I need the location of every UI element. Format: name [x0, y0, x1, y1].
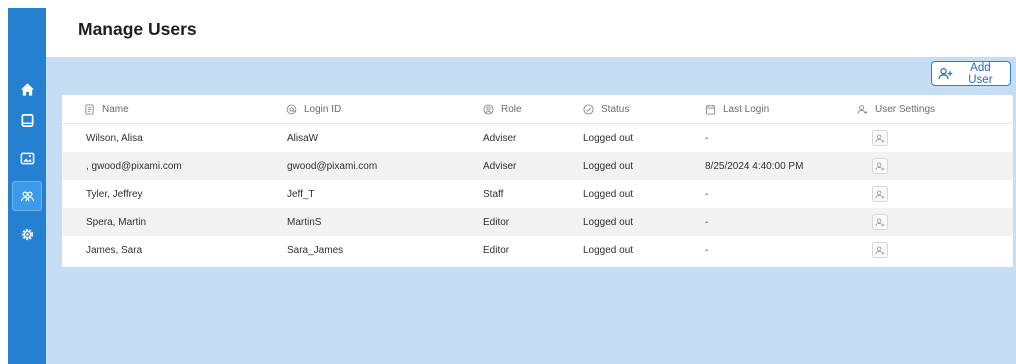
cell-status: Logged out	[583, 216, 634, 228]
user-settings-button[interactable]	[872, 242, 888, 258]
column-header-name[interactable]: Name	[84, 95, 129, 123]
calendar-icon	[705, 104, 716, 115]
column-header-user-settings-label: User Settings	[875, 103, 936, 115]
users-table: Name Login ID Role Status Last Login Use…	[62, 95, 1013, 267]
user-circle-icon	[483, 103, 494, 115]
cell-name: Tyler, Jeffrey	[86, 188, 143, 200]
table-row[interactable]: Wilson, Alisa AlisaW Adviser Logged out …	[62, 124, 1013, 152]
column-header-user-settings[interactable]: User Settings	[857, 95, 935, 123]
cell-role: Staff	[483, 188, 504, 200]
gallery-icon	[20, 152, 34, 164]
column-header-name-label: Name	[102, 103, 129, 115]
column-header-role[interactable]: Role	[483, 95, 522, 123]
user-settings-icon	[875, 162, 885, 171]
cell-login-id: Jeff_T	[287, 188, 315, 200]
user-settings-icon	[875, 134, 885, 143]
column-header-role-label: Role	[501, 103, 522, 115]
sidebar-item-users[interactable]	[12, 181, 42, 211]
users-icon	[20, 190, 34, 201]
user-settings-button[interactable]	[872, 130, 888, 146]
column-header-last-login-label: Last Login	[723, 103, 770, 115]
cell-status: Logged out	[583, 188, 634, 200]
sidebar-item-library[interactable]	[12, 105, 42, 135]
cell-name: , gwood@pixami.com	[86, 160, 182, 172]
at-sign-icon	[286, 104, 297, 114]
table-header: Name Login ID Role Status Last Login Use…	[62, 95, 1013, 124]
cell-name: Wilson, Alisa	[86, 132, 143, 144]
table-row[interactable]: James, Sara Sara_James Editor Logged out…	[62, 236, 1013, 264]
cell-last-login: -	[705, 244, 709, 256]
cell-status: Logged out	[583, 132, 634, 144]
user-settings-icon	[875, 246, 885, 255]
column-header-status[interactable]: Status	[583, 95, 629, 123]
home-icon	[20, 82, 34, 96]
cell-role: Adviser	[483, 160, 517, 172]
gear-icon	[21, 228, 33, 240]
sidebar	[8, 8, 46, 364]
cell-login-id: AlisaW	[287, 132, 319, 144]
check-circle-icon	[583, 103, 594, 115]
column-header-last-login[interactable]: Last Login	[705, 95, 769, 123]
cell-last-login: -	[705, 188, 709, 200]
column-header-login-id[interactable]: Login ID	[286, 95, 341, 123]
page-title: Manage Users	[78, 19, 197, 39]
cell-login-id: gwood@pixami.com	[287, 160, 378, 172]
user-settings-button[interactable]	[872, 186, 888, 202]
cell-login-id: MartinS	[287, 216, 322, 228]
user-settings-button[interactable]	[872, 158, 888, 174]
cell-name: Spera, Martin	[86, 216, 147, 228]
user-settings-icon	[875, 218, 885, 227]
table-row[interactable]: Spera, Martin MartinS Editor Logged out …	[62, 208, 1013, 236]
cell-name: James, Sara	[86, 244, 143, 256]
cell-role: Editor	[483, 216, 510, 228]
table-row[interactable]: , gwood@pixami.com gwood@pixami.com Advi…	[62, 152, 1013, 180]
table-row[interactable]: Tyler, Jeffrey Jeff_T Staff Logged out -	[62, 180, 1013, 208]
cell-status: Logged out	[583, 244, 634, 256]
content-area: Add User Name Login ID Role Status Last	[46, 57, 1016, 364]
book-icon	[21, 113, 33, 127]
id-card-icon	[85, 103, 94, 115]
cell-last-login: -	[705, 132, 709, 144]
cell-status: Logged out	[583, 160, 634, 172]
add-user-icon	[938, 68, 953, 80]
user-settings-icon	[875, 190, 885, 199]
add-user-button[interactable]: Add User	[931, 61, 1011, 86]
user-settings-button[interactable]	[872, 214, 888, 230]
cell-last-login: 8/25/2024 4:40:00 PM	[705, 160, 804, 172]
sidebar-item-gallery[interactable]	[12, 143, 42, 173]
user-settings-icon	[857, 104, 868, 114]
cell-login-id: Sara_James	[287, 244, 344, 256]
sidebar-item-settings[interactable]	[12, 219, 42, 249]
cell-role: Editor	[483, 244, 510, 256]
cell-last-login: -	[705, 216, 709, 228]
column-header-login-id-label: Login ID	[304, 103, 342, 115]
column-header-status-label: Status	[601, 103, 630, 115]
sidebar-item-home[interactable]	[12, 74, 42, 104]
add-user-label: Add User	[968, 61, 993, 86]
cell-role: Adviser	[483, 132, 517, 144]
